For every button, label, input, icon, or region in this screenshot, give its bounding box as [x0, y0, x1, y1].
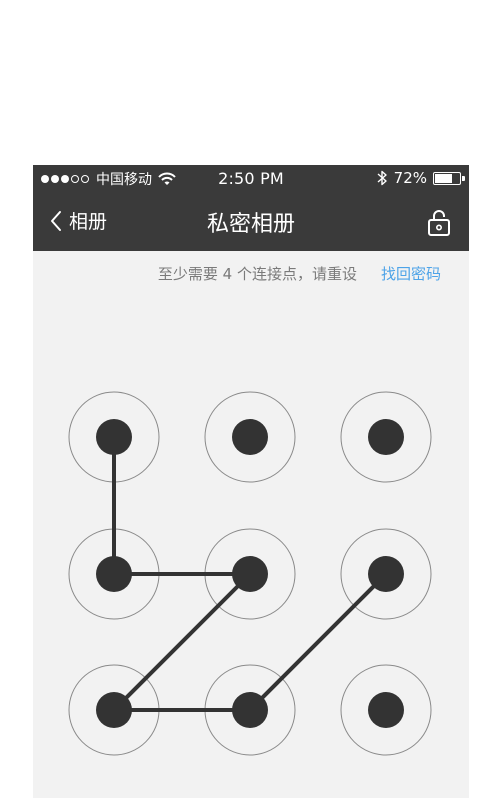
battery-icon — [433, 171, 465, 185]
status-right: 72% — [376, 169, 465, 187]
unlock-icon[interactable] — [427, 209, 451, 237]
hint-text: 至少需要 4 个连接点，请重设 — [157, 265, 357, 283]
pattern-node[interactable] — [232, 692, 268, 728]
phone-screen: 中国移动 2:50 PM 72% 相册 私密相册 至少需要 4 个连接点，请重设… — [33, 165, 469, 798]
battery-cap — [462, 175, 465, 181]
hint-row: 至少需要 4 个连接点，请重设 找回密码 — [33, 263, 469, 287]
pattern-node[interactable] — [368, 692, 404, 728]
page-title: 私密相册 — [206, 212, 295, 237]
battery-level — [435, 173, 452, 183]
pattern-path-segment — [248, 572, 388, 712]
battery-percent: 72% — [393, 169, 427, 187]
pattern-node[interactable] — [368, 419, 404, 455]
pattern-node[interactable] — [96, 419, 132, 455]
pattern-node[interactable] — [232, 419, 268, 455]
pattern-node[interactable] — [96, 692, 132, 728]
pattern-path-segment — [112, 572, 252, 712]
status-bar: 中国移动 2:50 PM 72% — [33, 165, 469, 193]
nav-bar: 相册 私密相册 — [33, 193, 469, 251]
pattern-node[interactable] — [232, 556, 268, 592]
pattern-node[interactable] — [96, 556, 132, 592]
pattern-lock[interactable] — [33, 355, 469, 798]
forgot-password-link[interactable]: 找回密码 — [381, 263, 441, 284]
pattern-node[interactable] — [368, 556, 404, 592]
bluetooth-icon — [377, 170, 387, 186]
